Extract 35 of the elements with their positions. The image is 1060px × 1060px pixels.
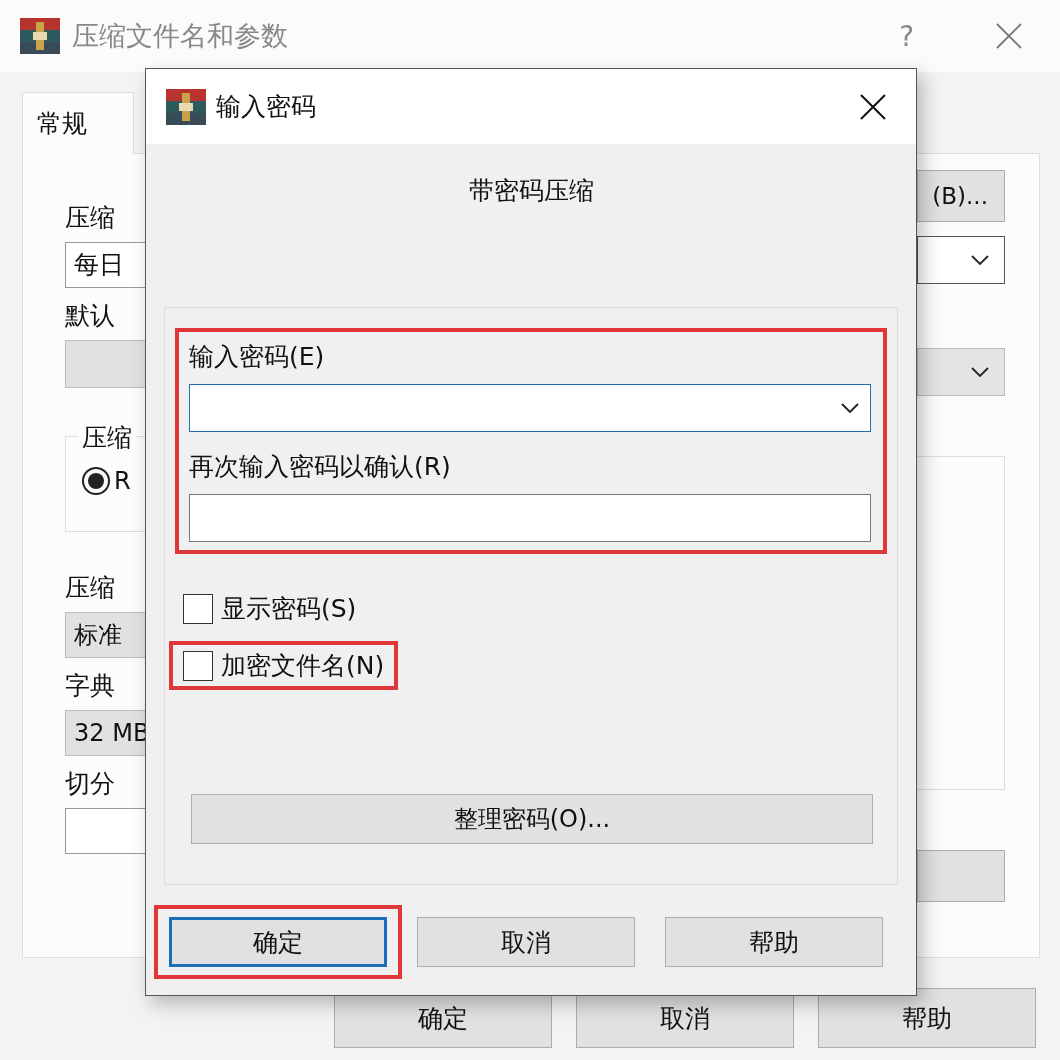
general-tab[interactable]: 常规 [22, 92, 134, 154]
input-field[interactable]: 每日 [65, 242, 145, 288]
checkbox[interactable] [183, 650, 213, 681]
radio-label: R [114, 467, 131, 495]
checkbox-label: 显示密码(S) [221, 593, 357, 625]
chevron-down-icon [970, 254, 990, 266]
dropdown[interactable] [917, 236, 1005, 284]
checkbox-label: 加密文件名(N) [221, 650, 385, 682]
chevron-down-icon [840, 402, 860, 414]
field-label: 压缩 [65, 202, 116, 234]
dialog-button[interactable]: 帮助 [818, 988, 1036, 1048]
radio-button[interactable] [82, 467, 110, 495]
window-title: 压缩文件名和参数 [72, 19, 288, 53]
archive-icon [166, 88, 206, 125]
field-label: 字典 [65, 670, 116, 702]
dialog-button[interactable]: 帮助 [665, 917, 883, 967]
input-field[interactable] [65, 808, 145, 854]
archive-icon [20, 18, 60, 54]
field-label: 压缩 [65, 572, 116, 604]
dialog-button[interactable]: 确定 [169, 917, 387, 967]
field-label: 输入密码(E) [189, 341, 326, 373]
dropdown[interactable]: 标准 [65, 612, 145, 658]
field-label: 再次输入密码以确认(R) [189, 451, 452, 483]
field-label: 默认 [65, 300, 116, 332]
organize-passwords-button[interactable]: 整理密码(O)... [191, 794, 873, 844]
checkbox[interactable] [183, 593, 213, 624]
password-combo[interactable] [189, 384, 871, 432]
close-icon[interactable] [860, 93, 886, 120]
field-label: 切分 [65, 768, 116, 800]
browse-button[interactable]: (B)... [917, 170, 1005, 222]
chevron-down-icon [970, 366, 990, 378]
dialog-button[interactable]: 取消 [417, 917, 635, 967]
dialog-title: 输入密码 [216, 91, 316, 123]
dialog-heading: 带密码压缩 [468, 175, 594, 207]
password-field[interactable] [189, 494, 871, 542]
